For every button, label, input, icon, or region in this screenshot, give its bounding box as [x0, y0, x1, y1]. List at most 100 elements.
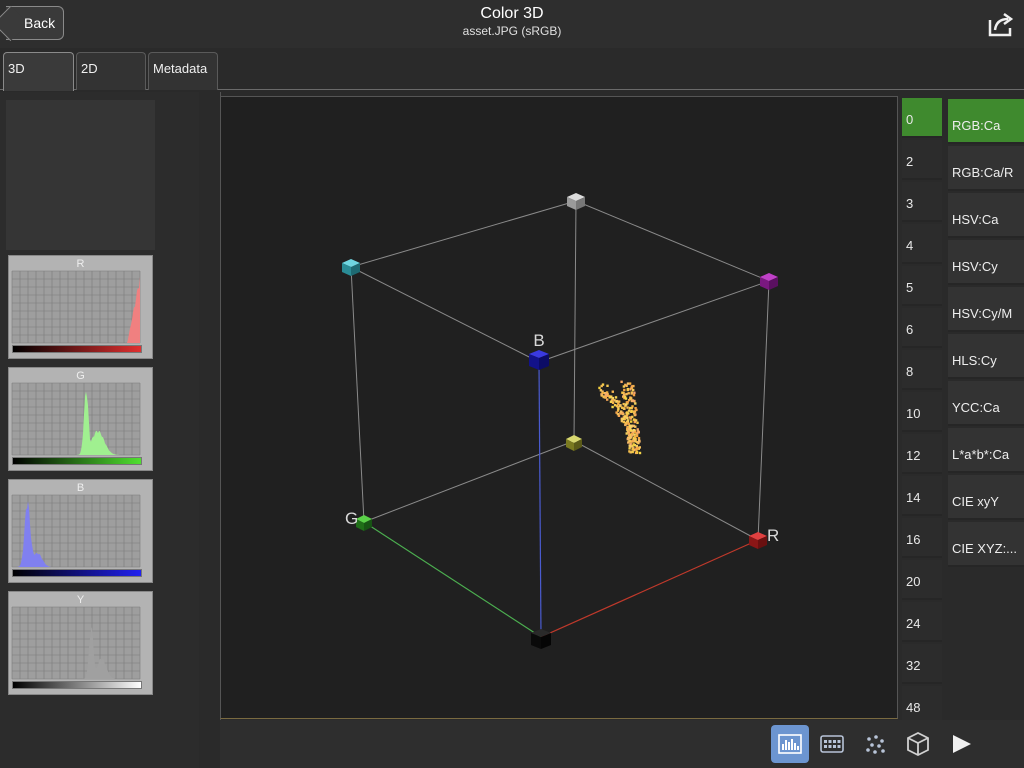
g-axis-line — [363, 521, 542, 638]
level-item[interactable]: 16 — [902, 518, 942, 558]
corner-red — [749, 532, 767, 549]
corner-cyan — [342, 259, 360, 276]
level-item[interactable]: 24 — [902, 602, 942, 642]
cube-edge — [350, 266, 365, 523]
histogram-view-button[interactable] — [771, 725, 809, 763]
color-point — [633, 435, 637, 439]
image-thumbnail[interactable] — [6, 100, 155, 250]
color-point — [635, 434, 639, 437]
color-space-item[interactable]: RGB:Ca/R — [948, 146, 1024, 191]
points-view-icon — [866, 735, 885, 754]
level-item[interactable]: 48 — [902, 686, 942, 720]
corner-yellow — [566, 435, 582, 451]
histogram-ramp — [12, 457, 142, 465]
level-item[interactable]: 12 — [902, 434, 942, 474]
color-space-item[interactable]: YCC:Ca — [948, 381, 1024, 426]
level-item[interactable]: 4 — [902, 224, 942, 264]
color-point — [632, 384, 635, 388]
level-item[interactable]: 3 — [902, 182, 942, 222]
color-point — [621, 406, 624, 409]
color-space-list: RGB:Ca RGB:Ca/R HSV:Ca HSV:Cy HSV:Cy/M HLS:Cy… — [946, 96, 1024, 720]
b-axis-label: B — [533, 331, 544, 350]
color-point — [637, 437, 641, 440]
color-point — [620, 419, 624, 423]
color-point — [632, 410, 636, 413]
color-space-item[interactable]: HSV:Ca — [948, 193, 1024, 238]
histogram-y[interactable]: Y — [8, 591, 153, 695]
tab-3d[interactable]: 3D — [3, 52, 74, 91]
share-icon — [988, 12, 1014, 37]
level-item[interactable]: 14 — [902, 476, 942, 516]
color-point — [613, 399, 616, 402]
tab-2d[interactable]: 2D — [76, 52, 146, 90]
color-point — [630, 397, 633, 400]
points-view-button[interactable] — [856, 725, 894, 763]
color-space-item[interactable]: HLS:Cy — [948, 334, 1024, 379]
color-point — [627, 409, 631, 412]
level-item[interactable]: 5 — [902, 266, 942, 306]
histogram-r[interactable]: R — [8, 255, 153, 359]
color-point — [617, 407, 620, 410]
color-point — [634, 402, 637, 405]
r-axis-line — [540, 539, 759, 638]
cube-edge — [573, 200, 577, 442]
level-item[interactable]: 20 — [902, 560, 942, 600]
cube-view-button[interactable] — [899, 725, 937, 763]
color-point — [631, 415, 634, 419]
color-point — [598, 386, 601, 390]
color-point — [599, 389, 603, 392]
play-button[interactable] — [942, 725, 980, 763]
cube-edge — [363, 440, 575, 523]
color-point — [627, 428, 630, 431]
top-bar: Back Color 3D asset.JPG (sRGB) — [0, 0, 1024, 48]
histogram-ramp — [12, 569, 142, 577]
color-point — [632, 418, 636, 421]
level-item[interactable]: 10 — [902, 392, 942, 432]
level-item[interactable]: 8 — [902, 350, 942, 390]
color-space-item[interactable]: HSV:Cy — [948, 240, 1024, 285]
cube-edge — [757, 280, 770, 541]
color-cube-viewport[interactable]: B G R — [220, 96, 898, 719]
color-point — [621, 391, 624, 394]
color-point — [624, 383, 627, 387]
color-point — [617, 402, 620, 405]
grid-view-button[interactable] — [813, 725, 851, 763]
histogram-b[interactable]: B — [8, 479, 153, 583]
cube-edge — [573, 440, 759, 541]
cube-view-icon — [907, 731, 929, 757]
color-point — [632, 443, 635, 446]
left-panel: R G B Y — [0, 92, 200, 768]
corner-blue — [529, 350, 549, 370]
level-item[interactable]: 2 — [902, 140, 942, 180]
histogram-ramp — [12, 345, 142, 353]
level-item[interactable]: 32 — [902, 644, 942, 684]
tab-metadata[interactable]: Metadata — [148, 52, 218, 90]
color-point — [626, 406, 629, 409]
color-point — [626, 388, 629, 392]
level-item[interactable]: 0 — [902, 98, 942, 138]
panel-divider — [199, 92, 221, 768]
color-space-item[interactable]: HSV:Cy/M — [948, 287, 1024, 332]
color-point — [638, 451, 642, 455]
color-space-item[interactable]: CIE XYZ:... — [948, 522, 1024, 567]
level-item[interactable]: 6 — [902, 308, 942, 348]
color-space-item[interactable]: CIE xyY — [948, 475, 1024, 520]
play-icon — [953, 735, 971, 753]
color-point — [600, 393, 603, 396]
share-button[interactable] — [986, 10, 1016, 38]
color-point — [631, 448, 635, 451]
histogram-ramp — [12, 681, 142, 689]
color-point — [625, 392, 628, 396]
color-point — [630, 420, 633, 423]
color-space-item[interactable]: RGB:Ca — [948, 99, 1024, 144]
color-point — [630, 410, 633, 413]
color-point — [628, 406, 632, 410]
histogram-plot — [11, 382, 141, 456]
histogram-g[interactable]: G — [8, 367, 153, 471]
color-point — [611, 405, 614, 409]
back-label: Back — [24, 15, 56, 31]
color-point — [628, 447, 631, 450]
color-point — [604, 396, 607, 399]
color-space-item[interactable]: L*a*b*:Ca — [948, 428, 1024, 473]
cube-edge — [538, 280, 770, 363]
